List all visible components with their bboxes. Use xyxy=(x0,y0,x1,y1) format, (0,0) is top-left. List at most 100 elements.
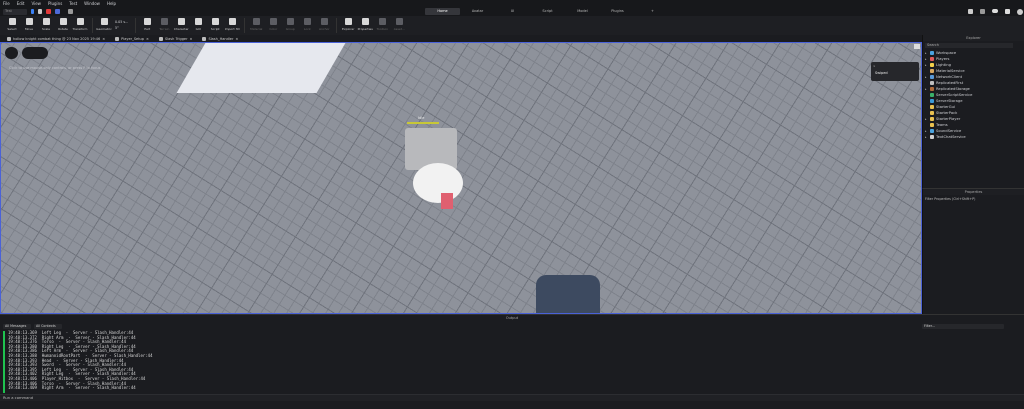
file-tab[interactable]: Slash_Handler × xyxy=(199,36,241,41)
expand-arrow-icon[interactable]: ▸ xyxy=(925,51,928,55)
tab-plugins[interactable]: Plugins xyxy=(600,8,635,15)
tool-transform[interactable]: Transform xyxy=(72,16,88,31)
output-search[interactable]: Filter... xyxy=(922,324,1004,329)
tool-geometric[interactable]: Geometric xyxy=(96,16,112,31)
tool-label: Material xyxy=(250,27,263,31)
tab-script[interactable]: Script xyxy=(530,8,565,15)
explorer-item[interactable]: ▸ TextChatService xyxy=(923,134,1024,140)
tool-select[interactable]: Select xyxy=(4,16,20,31)
file-tab[interactable]: Slash Trigger × xyxy=(156,36,196,41)
close-icon[interactable]: × xyxy=(102,37,105,41)
menu-edit[interactable]: Edit xyxy=(17,1,25,6)
lock-icon xyxy=(303,18,311,25)
tool-material[interactable]: Material xyxy=(248,16,264,31)
notification-popup: × Swiped xyxy=(871,62,919,81)
tool-label: Lock xyxy=(303,27,311,31)
expand-arrow-icon[interactable]: ▸ xyxy=(925,75,928,79)
service-icon xyxy=(930,51,934,55)
tab-model[interactable]: Model xyxy=(565,8,600,15)
roblox-menu-button[interactable] xyxy=(5,47,18,59)
camera-icon[interactable] xyxy=(914,44,920,49)
tool-group[interactable]: Group xyxy=(282,16,298,31)
tool-rotate[interactable]: Rotate xyxy=(55,16,71,31)
explorer-search[interactable]: Search xyxy=(925,43,1013,48)
file-tab[interactable]: hollow knight combat thing @ 23 Nov 2025… xyxy=(4,36,108,41)
tab-home[interactable]: Home xyxy=(425,8,460,15)
service-icon xyxy=(930,129,934,133)
3d-viewport[interactable]: Click to use mouse-only controls, or pre… xyxy=(0,42,922,314)
tool-terrain[interactable]: Terrain xyxy=(156,16,172,31)
contexts-filter[interactable]: All Contexts xyxy=(34,324,62,329)
menu-view[interactable]: View xyxy=(31,1,41,6)
explorer-item-label: ServerScriptService xyxy=(936,93,973,97)
tool-color[interactable]: Color xyxy=(265,16,281,31)
player-character xyxy=(413,163,463,203)
stop-icon[interactable] xyxy=(46,9,51,14)
tool-move[interactable]: Move xyxy=(21,16,37,31)
close-icon[interactable]: × xyxy=(235,37,238,41)
explorer-title: Explorer xyxy=(923,35,1024,41)
step-icon[interactable] xyxy=(68,9,73,14)
test-mode-dropdown[interactable]: Test xyxy=(3,8,27,15)
tool-import-3d[interactable]: Import 3D xyxy=(224,16,240,31)
explorer-item-label: ServerStorage xyxy=(936,99,963,103)
explorer-item-label: ReplicatedStorage xyxy=(936,87,970,91)
tool-gui[interactable]: GUI xyxy=(190,16,206,31)
menu-window[interactable]: Window xyxy=(84,1,100,6)
explorer-item-label: Lighting xyxy=(936,63,951,67)
service-icon xyxy=(930,123,934,127)
expand-arrow-icon[interactable]: ▸ xyxy=(925,63,928,67)
transform-icon xyxy=(76,18,84,25)
expand-arrow-icon[interactable]: ▸ xyxy=(925,57,928,61)
command-bar[interactable]: Run a command xyxy=(0,394,1024,401)
explorer-icon xyxy=(344,18,352,25)
expand-arrow-icon[interactable]: ▸ xyxy=(925,117,928,121)
tab-avatar[interactable]: Avatar xyxy=(460,8,495,15)
notifications-icon[interactable] xyxy=(1005,9,1010,14)
tool-label: Select xyxy=(7,27,17,31)
play-icon[interactable] xyxy=(31,9,34,14)
share-icon[interactable] xyxy=(968,9,973,14)
snap-settings: 0.05 s... 5° xyxy=(115,19,128,31)
service-icon xyxy=(930,93,934,97)
material-icon xyxy=(252,18,260,25)
tool-explorer[interactable]: Explorer xyxy=(340,16,356,31)
client-server-icon[interactable] xyxy=(55,9,60,14)
messages-filter[interactable]: All Messages xyxy=(3,324,31,329)
tool-anchor[interactable]: Anchor xyxy=(316,16,332,31)
tool-asset[interactable]: Asset... xyxy=(391,16,407,31)
tool-script[interactable]: Script xyxy=(207,16,223,31)
tool-scale[interactable]: Scale xyxy=(38,16,54,31)
character-icon xyxy=(177,18,185,25)
tool-label: Import 3D xyxy=(224,27,240,31)
tool-lock[interactable]: Lock xyxy=(299,16,315,31)
service-icon xyxy=(930,99,934,103)
cloud-icon[interactable] xyxy=(992,9,998,13)
menu-file[interactable]: File xyxy=(3,1,10,6)
menu-plugins[interactable]: Plugins xyxy=(48,1,62,6)
tab-ui[interactable]: UI xyxy=(495,8,530,15)
expand-arrow-icon[interactable]: ▸ xyxy=(925,135,928,139)
expand-arrow-icon[interactable]: ▸ xyxy=(925,87,928,91)
tool-toolbox[interactable]: Toolbox xyxy=(374,16,390,31)
close-icon[interactable]: × xyxy=(190,37,193,41)
tool-part[interactable]: Part xyxy=(139,16,155,31)
chat-menu-buttons[interactable] xyxy=(22,47,48,59)
pause-icon[interactable] xyxy=(38,9,42,14)
tool-properties[interactable]: Properties xyxy=(357,16,373,31)
collaborate-icon[interactable] xyxy=(980,9,985,14)
close-icon[interactable]: × xyxy=(146,37,149,41)
properties-filter[interactable]: Filter Properties (Ctrl+Shift+P) xyxy=(923,195,1024,203)
menu-help[interactable]: Help xyxy=(107,1,116,6)
menu-test[interactable]: Test xyxy=(69,1,77,6)
tab-add[interactable]: + xyxy=(635,8,670,15)
tool-character[interactable]: Character xyxy=(173,16,189,31)
close-icon[interactable]: × xyxy=(873,64,917,68)
avatar[interactable] xyxy=(1017,9,1023,15)
file-tab[interactable]: Player_Setup × xyxy=(112,36,152,41)
tool-label: Script xyxy=(210,27,220,31)
expand-arrow-icon[interactable]: ▸ xyxy=(925,129,928,133)
rotate-snap[interactable]: 5° xyxy=(115,25,128,31)
file-tab-label: Slash Trigger xyxy=(164,36,188,41)
gui-icon xyxy=(194,18,202,25)
